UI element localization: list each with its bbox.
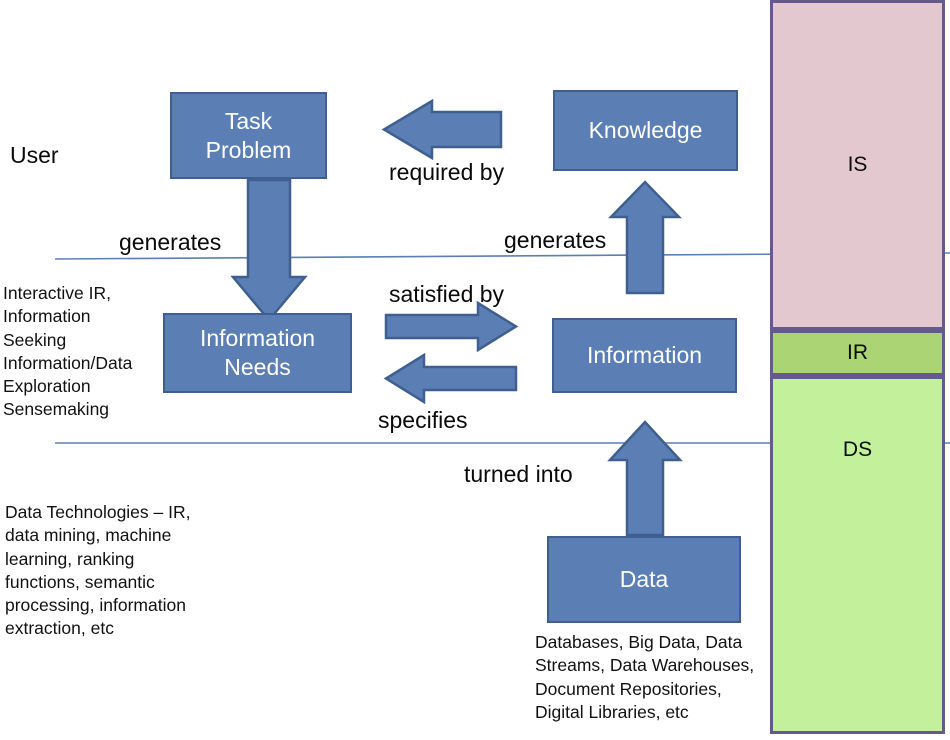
label-specifies: specifies [378, 407, 468, 433]
panel-ds-label: DS [842, 438, 873, 461]
arrow-satisfied-by [384, 300, 519, 353]
label-turned-into: turned into [464, 461, 573, 487]
panel-is-label: IS [847, 153, 868, 176]
box-information-needs[interactable]: Information Needs [163, 313, 352, 393]
box-knowledge-label: Knowledge [588, 117, 703, 144]
arrow-turned-into [607, 420, 683, 537]
label-generates-right: generates [504, 227, 607, 253]
panel-ir[interactable]: IR [770, 330, 945, 376]
label-generates-left: generates [119, 229, 222, 255]
panel-ds[interactable]: DS [770, 376, 945, 734]
box-information[interactable]: Information [552, 318, 737, 393]
annotation-data-technologies: Data Technologies – IR, data mining, mac… [5, 502, 191, 639]
box-information-needs-label: Information Needs [199, 325, 316, 380]
arrow-generates-right [608, 180, 682, 295]
box-information-label: Information [586, 342, 703, 369]
arrow-required-by [381, 98, 503, 161]
box-knowledge[interactable]: Knowledge [553, 90, 738, 171]
box-data[interactable]: Data [547, 536, 741, 623]
annotation-user-layer-techniques: Interactive IR, Information Seeking Info… [3, 283, 133, 420]
panel-is[interactable]: IS [770, 0, 945, 330]
box-task-problem-label: Task Problem [205, 107, 292, 163]
label-user: User [10, 142, 59, 168]
annotation-data-sources: Databases, Big Data, Data Streams, Data … [535, 632, 755, 722]
arrow-generates-left [230, 178, 308, 322]
box-task-problem[interactable]: Task Problem [170, 92, 327, 179]
box-data-label: Data [619, 566, 669, 593]
label-required-by: required by [389, 159, 505, 185]
label-satisfied-by: satisfied by [389, 281, 505, 307]
arrow-specifies [383, 352, 518, 405]
diagram-canvas: Task Problem Knowledge Information Needs… [0, 0, 950, 740]
panel-ir-label: IR [847, 341, 868, 364]
